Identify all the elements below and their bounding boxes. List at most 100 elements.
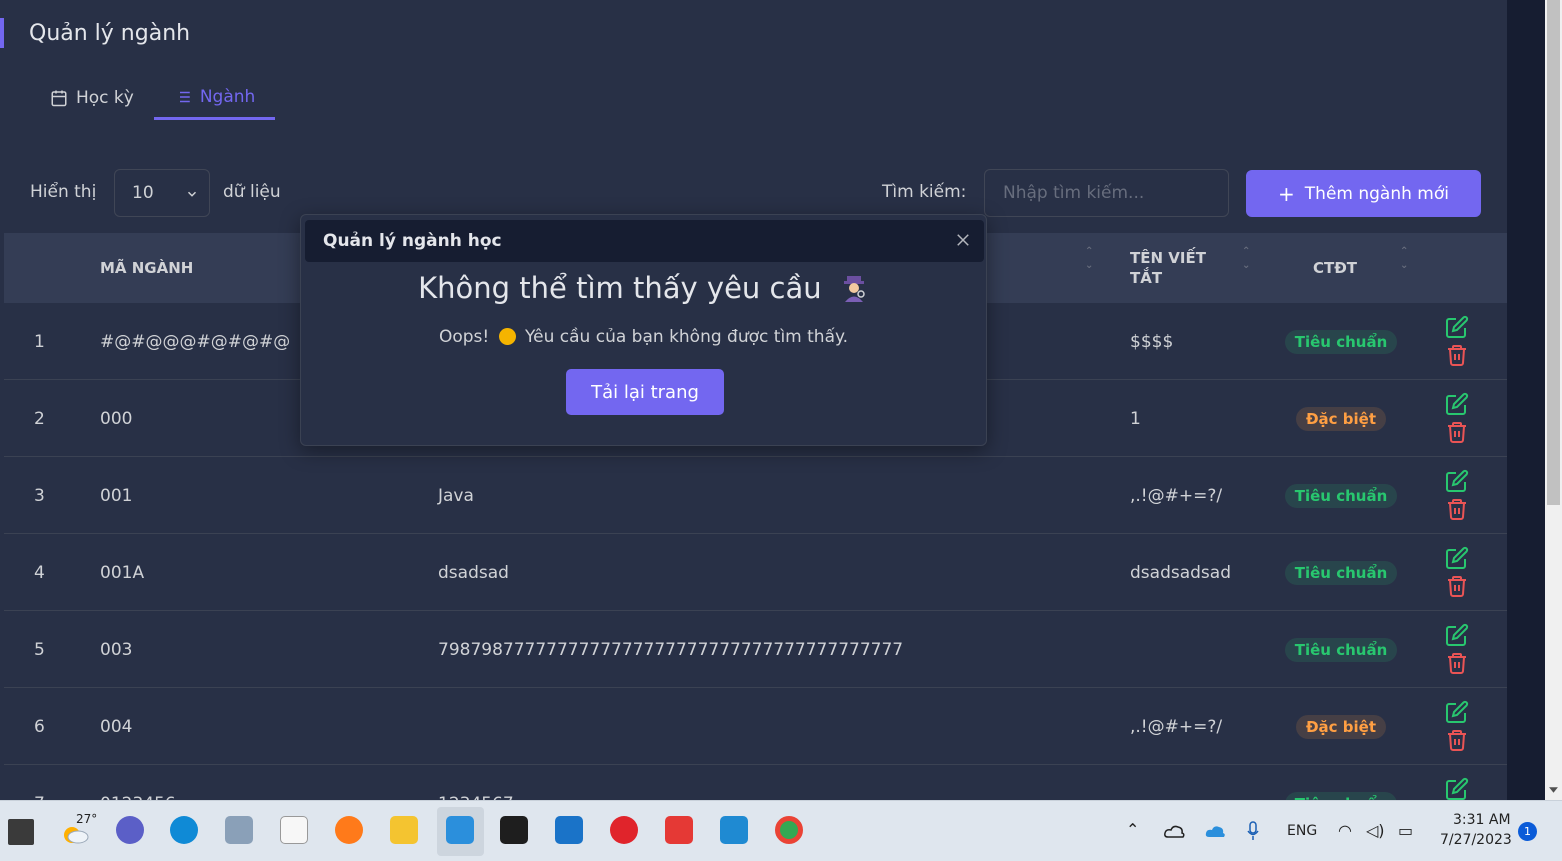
task-view-icon[interactable] xyxy=(8,819,34,845)
chevron-up-icon[interactable]: ⌃ xyxy=(1126,820,1139,839)
ctdt-badge: Tiêu chuẩn xyxy=(1284,637,1398,662)
chevron-down-icon xyxy=(187,191,197,197)
row-ctdt: Tiêu chuẩn xyxy=(1284,534,1398,611)
app-window: Quản lý ngành Học kỳ Ngành Hiển thị 10 d… xyxy=(0,0,1507,800)
sort-abbr-icon[interactable]: ⌃ ⌄ xyxy=(1242,245,1250,273)
plus-icon: + xyxy=(1278,181,1295,206)
vscode-icon[interactable] xyxy=(720,816,748,844)
row-index: 3 xyxy=(34,485,45,506)
search-input[interactable] xyxy=(984,169,1229,217)
trash-icon[interactable] xyxy=(1445,574,1469,598)
add-major-button[interactable]: + Thêm ngành mới xyxy=(1246,170,1481,217)
confounded-face-icon xyxy=(498,328,516,345)
language-indicator[interactable]: ENG xyxy=(1287,823,1317,839)
battery-icon[interactable]: ▭ xyxy=(1398,821,1413,840)
onedrive-icon[interactable] xyxy=(1163,823,1185,839)
ctdt-badge: Tiêu chuẩn xyxy=(1284,329,1398,354)
modal-oops: Oops! xyxy=(438,327,490,347)
clock-date[interactable]: 7/27/2023 xyxy=(1440,832,1512,848)
search-label: Tìm kiếm: xyxy=(882,182,967,202)
row-actions xyxy=(1445,777,1469,800)
row-code: 0123456 xyxy=(100,765,176,801)
row-name: Java xyxy=(438,485,474,506)
row-code: 003 xyxy=(100,639,133,660)
scrollbar[interactable] xyxy=(1545,0,1562,800)
reload-page-button[interactable]: Tải lại trang xyxy=(566,369,724,415)
detective-icon xyxy=(843,276,865,302)
title-accent-bar xyxy=(0,18,4,48)
garena-icon[interactable] xyxy=(610,816,638,844)
row-code: 004 xyxy=(100,716,133,737)
row-abbr: dsadsadsad xyxy=(1130,562,1231,583)
row-ctdt: Tiêu chuẩn xyxy=(1284,457,1398,534)
firefox-icon[interactable] xyxy=(335,816,363,844)
header-abbr[interactable]: TÊN VIẾT TẮT xyxy=(1130,233,1240,303)
row-code: 000 xyxy=(100,408,133,429)
dropbox-icon[interactable] xyxy=(500,816,528,844)
modal-heading-text: Không thể tìm thấy yêu cầu xyxy=(418,271,822,305)
edit-icon[interactable] xyxy=(1445,623,1469,647)
edit-icon[interactable] xyxy=(1445,392,1469,416)
table-row: 4 001A dsadsad dsadsadsad Tiêu chuẩn xyxy=(4,534,1507,611)
amazon-icon[interactable] xyxy=(280,816,308,844)
table-row: 5 003 798798777777777777777777777777777777… xyxy=(4,611,1507,688)
header-ctdt[interactable]: CTĐT xyxy=(1313,233,1357,303)
volume-icon[interactable]: ◁) xyxy=(1366,821,1385,840)
row-abbr: ,.!@#+=?/ xyxy=(1130,485,1223,506)
scrollbar-thumb[interactable] xyxy=(1547,0,1560,505)
header-code[interactable]: MÃ NGÀNH xyxy=(100,233,193,303)
tab-major-label: Ngành xyxy=(199,86,256,107)
chrome-icon[interactable] xyxy=(775,816,803,844)
sync-cloud-icon[interactable] xyxy=(1204,823,1226,839)
edit-icon[interactable] xyxy=(1445,777,1469,800)
wps-office-icon[interactable] xyxy=(665,816,693,844)
show-label: Hiển thị xyxy=(30,182,97,202)
trash-icon[interactable] xyxy=(1445,497,1469,521)
edit-icon[interactable] xyxy=(1445,315,1469,339)
close-icon[interactable] xyxy=(954,231,972,249)
modal-header: Quản lý ngành học xyxy=(305,220,984,262)
row-code: 001A xyxy=(100,562,145,583)
trash-icon[interactable] xyxy=(1445,420,1469,444)
row-actions xyxy=(1445,623,1469,675)
clock-time[interactable]: 3:31 AM xyxy=(1453,812,1511,828)
row-name: 1234567 xyxy=(438,765,514,801)
trash-icon[interactable] xyxy=(1445,651,1469,675)
table-row: 3 001 Java ,.!@#+=?/ Tiêu chuẩn xyxy=(4,457,1507,534)
wifi-icon[interactable]: ◠ xyxy=(1338,821,1352,840)
microphone-icon[interactable] xyxy=(1246,821,1260,841)
row-index: 4 xyxy=(34,562,45,583)
row-name: dsadsad xyxy=(438,562,509,583)
tab-bar: Học kỳ Ngành xyxy=(30,76,276,120)
snipping-tool-active[interactable] xyxy=(437,807,484,856)
tab-major[interactable]: Ngành xyxy=(153,76,276,120)
table-toolbar: Hiển thị 10 dữ liệu Tìm kiếm: + Thêm ngà… xyxy=(0,168,1507,218)
tab-semester[interactable]: Học kỳ xyxy=(30,76,154,120)
page-title: Quản lý ngành xyxy=(29,20,191,46)
row-index: 5 xyxy=(34,639,45,660)
trash-icon[interactable] xyxy=(1445,343,1469,367)
ctdt-badge: Đặc biệt xyxy=(1295,406,1387,431)
weather-temp: 27° xyxy=(76,812,98,826)
edit-icon[interactable] xyxy=(1445,546,1469,570)
edit-icon[interactable] xyxy=(1445,469,1469,493)
file-explorer-icon[interactable] xyxy=(390,816,418,844)
page-size-select[interactable]: 10 xyxy=(114,169,210,217)
row-ctdt: Tiêu chuẩn xyxy=(1284,303,1398,380)
error-modal: Quản lý ngành học Không thể tìm thấy yêu… xyxy=(300,214,987,446)
windows-taskbar: 27° ⌃ ENG ◠ ◁) ▭ 3:31 AM 7/27/2023 1 xyxy=(0,800,1562,861)
ctdt-badge: Tiêu chuẩn xyxy=(1284,560,1398,585)
teams-chat-icon[interactable] xyxy=(116,816,144,844)
notification-badge[interactable]: 1 xyxy=(1518,822,1537,841)
sort-name-icon[interactable]: ⌃ ⌄ xyxy=(1085,245,1093,273)
control-panel-icon[interactable] xyxy=(225,816,253,844)
edge-browser-icon[interactable] xyxy=(170,816,198,844)
trash-icon[interactable] xyxy=(1445,728,1469,752)
sort-ctdt-icon[interactable]: ⌃ ⌄ xyxy=(1400,245,1408,273)
scroll-down-arrow-icon[interactable] xyxy=(1548,784,1559,795)
row-actions xyxy=(1445,315,1469,367)
row-abbr: 1 xyxy=(1130,408,1141,429)
mail-icon[interactable] xyxy=(555,816,583,844)
edit-icon[interactable] xyxy=(1445,700,1469,724)
weather-widget[interactable]: 27° xyxy=(60,812,97,847)
